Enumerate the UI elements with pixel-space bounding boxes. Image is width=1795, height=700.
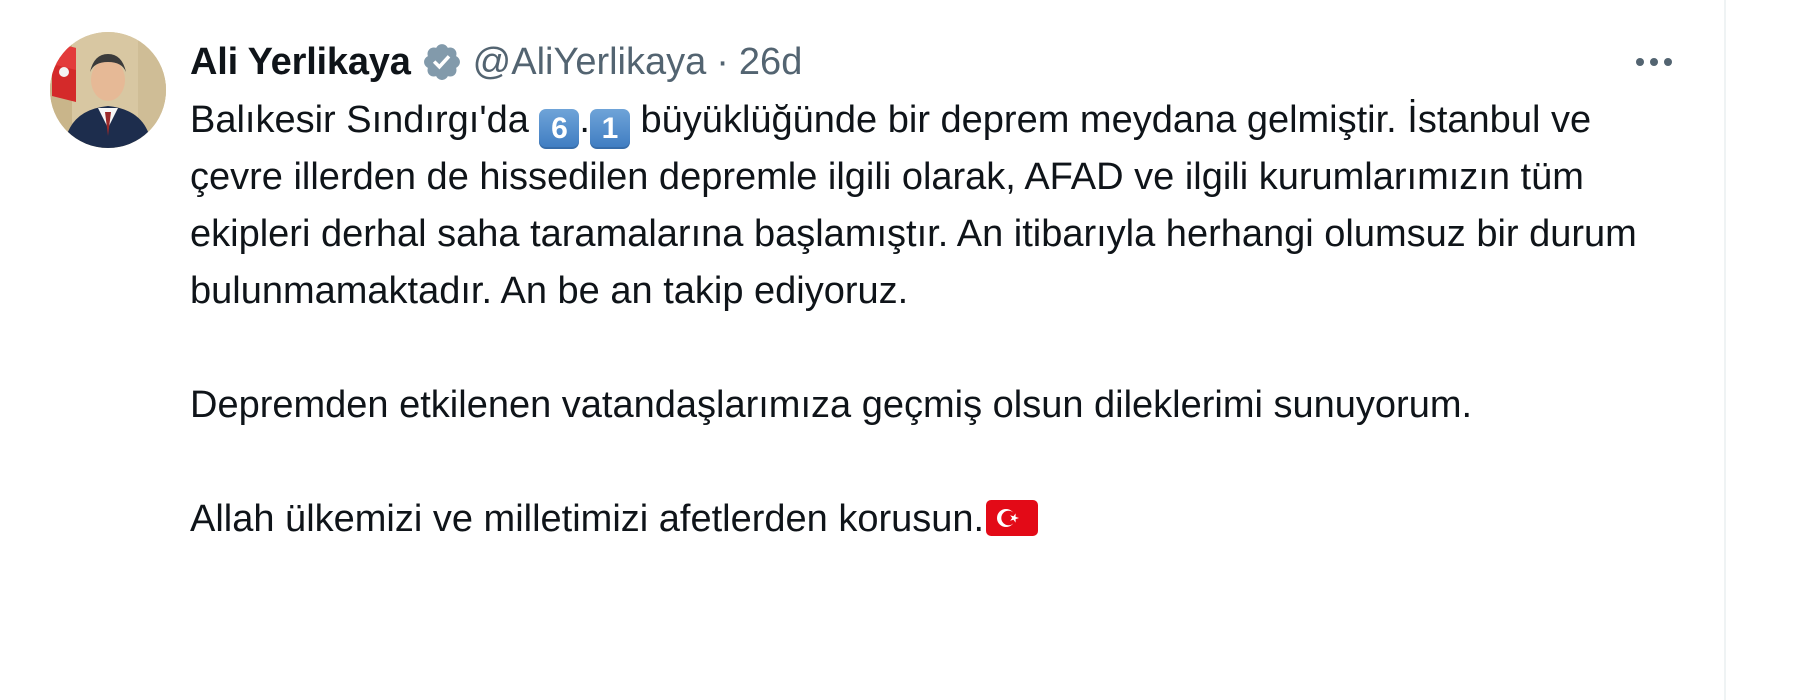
profile-photo-icon	[50, 32, 166, 148]
separator-dot: ·	[716, 40, 729, 83]
more-horizontal-icon[interactable]	[1626, 42, 1682, 82]
timeline-divider	[1724, 0, 1726, 700]
paragraph-3-text: Allah ülkemizi ve milletimizi afetlerden…	[190, 498, 985, 540]
tweet-timestamp[interactable]: 26d	[739, 41, 802, 84]
tweet-paragraph-3: Allah ülkemizi ve milletimizi afetlerden…	[190, 491, 1690, 548]
keycap-digit-6-icon: 6	[539, 108, 580, 149]
verified-badge-icon[interactable]	[421, 41, 463, 83]
keycap-digit-1-icon: 1	[589, 108, 630, 149]
author-display-name[interactable]: Ali Yerlikaya	[190, 41, 411, 84]
more-dot	[1664, 58, 1672, 66]
tweet-card[interactable]: Ali Yerlikaya @AliYerlikaya · 26d Balıke…	[0, 0, 1795, 700]
tweet-header: Ali Yerlikaya @AliYerlikaya · 26d	[190, 34, 802, 90]
more-dot	[1650, 58, 1658, 66]
tweet-text: Balıkesir Sındırgı'da 6.1 büyüklüğünde b…	[190, 92, 1690, 548]
turkey-flag-icon	[986, 496, 1039, 536]
more-dot	[1636, 58, 1644, 66]
tweet-paragraph-2: Depremden etkilenen vatandaşlarımıza geç…	[190, 384, 1473, 426]
avatar[interactable]	[50, 32, 166, 148]
tweet-paragraph-1: Balıkesir Sındırgı'da 6.1 büyüklüğünde b…	[190, 92, 1690, 320]
paragraph-1-start: Balıkesir Sındırgı'da	[190, 99, 540, 141]
decimal-point: .	[579, 99, 590, 141]
author-handle[interactable]: @AliYerlikaya	[473, 41, 707, 84]
